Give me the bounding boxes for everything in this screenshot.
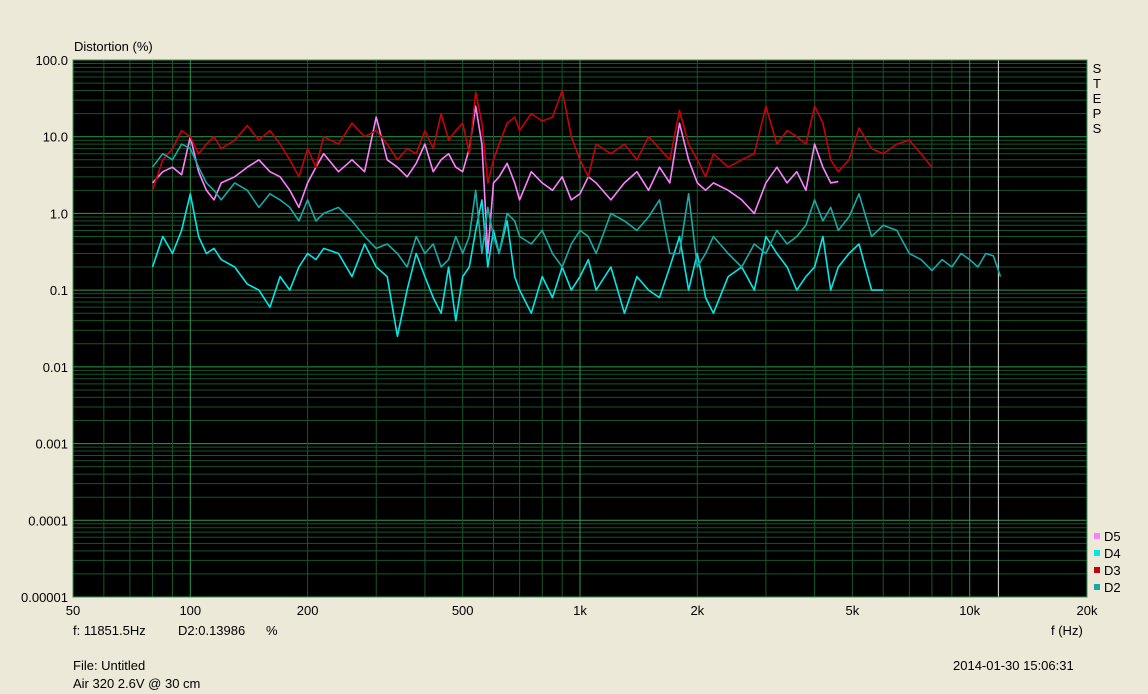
y-tick-labels: 100.0 10.0 1.0 0.1 0.01 0.001 0.0001 0.00001	[21, 53, 68, 605]
cursor-frequency: f: 11851.5Hz	[73, 623, 146, 638]
x-tick-label: 5k	[846, 603, 860, 618]
cursor-value: D2:0.13986	[178, 623, 246, 638]
y-tick-label: 1.0	[50, 206, 68, 221]
legend-swatch-d3	[1094, 567, 1100, 573]
x-tick-label: 10k	[959, 603, 980, 618]
legend-label-d5: D5	[1104, 529, 1121, 544]
distortion-chart: 100.0 10.0 1.0 0.1 0.01 0.001 0.0001 0.00001 50…	[21, 53, 1121, 618]
file-name: File: Untitled	[73, 658, 146, 673]
x-tick-label: 20k	[1077, 603, 1098, 618]
side-label: STEPS	[1093, 61, 1102, 136]
x-tick-labels: 50 100 200 500 1k 2k 5k 10k 20k	[66, 603, 1098, 618]
x-axis-label: f (Hz)	[1051, 623, 1083, 638]
legend: D5 D4 D3 D2	[1094, 529, 1121, 595]
y-tick-label: 0.00001	[21, 590, 68, 605]
x-tick-label: 500	[452, 603, 474, 618]
timestamp: 2014-01-30 15:06:31	[953, 658, 1074, 673]
x-tick-label: 1k	[573, 603, 587, 618]
y-tick-label: 10.0	[43, 130, 68, 145]
legend-swatch-d2	[1094, 584, 1100, 590]
y-tick-label: 0.0001	[28, 513, 68, 528]
y-tick-label: 0.001	[35, 437, 68, 452]
x-tick-label: 50	[66, 603, 80, 618]
legend-swatch-d4	[1094, 550, 1100, 556]
side-label-text: STEPS	[1093, 61, 1102, 136]
measurement-description: Air 320 2.6V @ 30 cm	[73, 676, 201, 691]
legend-label-d2: D2	[1104, 580, 1121, 595]
y-tick-label: 100.0	[35, 53, 68, 68]
y-tick-label: 0.1	[50, 283, 68, 298]
legend-label-d3: D3	[1104, 563, 1121, 578]
legend-swatch-d5	[1094, 533, 1100, 539]
x-tick-label: 100	[179, 603, 201, 618]
x-tick-label: 2k	[690, 603, 704, 618]
x-tick-label: 200	[297, 603, 319, 618]
y-tick-label: 0.01	[43, 360, 68, 375]
legend-label-d4: D4	[1104, 546, 1121, 561]
cursor-unit: %	[266, 623, 278, 638]
y-axis-label: Distortion (%)	[74, 39, 153, 54]
